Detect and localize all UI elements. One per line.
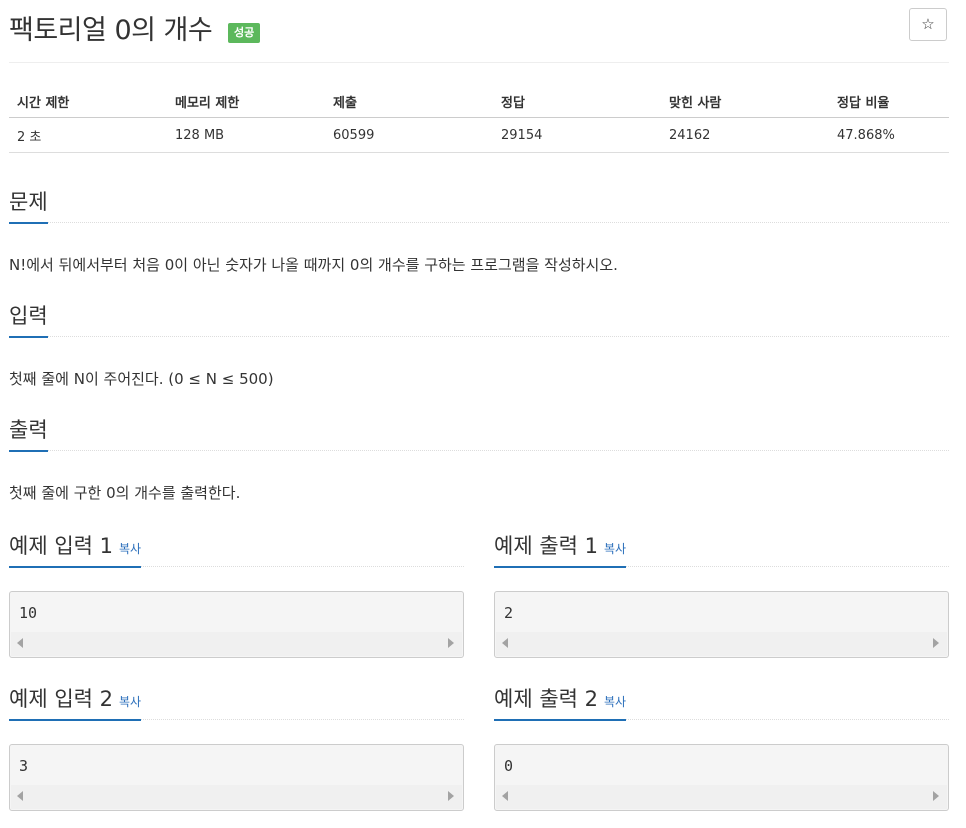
copy-button[interactable]: 복사 [604,695,626,709]
problem-title: 팩토리얼 0의 개수 [9,15,213,46]
cell-submissions: 60599 [325,117,493,153]
horizontal-scrollbar[interactable] [496,632,947,656]
description-section-header: 문제 [9,186,949,224]
output-section-header: 출력 [9,414,949,452]
scroll-left-arrow-icon[interactable] [17,791,23,801]
sample-input-1-value: 10 [19,604,38,622]
sample-input-2-title: 예제 입력 2 [9,687,113,711]
output-text: 첫째 줄에 구한 0의 개수를 출력한다. [9,484,241,502]
sample-output-2-header: 예제 출력 2 복사 [494,683,949,721]
sample-input-1-box: 10 [9,591,464,658]
horizontal-scrollbar[interactable] [496,785,947,809]
description-text: N!에서 뒤에서부터 처음 0이 아닌 숫자가 나올 때까지 0의 개수를 구하… [9,256,618,274]
sample-input-2-header: 예제 입력 2 복사 [9,683,464,721]
problem-info-table: 시간 제한 메모리 제한 제출 정답 맞힌 사람 정답 비율 2 초 128 M… [9,86,949,153]
output-heading: 출력 [9,414,48,452]
sample-output-2-box: 0 [494,744,949,811]
horizontal-scrollbar[interactable] [11,632,462,656]
sample-input-2-box: 3 [9,744,464,811]
scroll-left-arrow-icon[interactable] [17,638,23,648]
sample-output-2: 예제 출력 2 복사 0 [494,683,949,811]
copy-button[interactable]: 복사 [119,542,141,556]
horizontal-scrollbar[interactable] [11,785,462,809]
sample-output-1-heading: 예제 출력 1 복사 [494,530,627,568]
cell-time-limit: 2 초 [9,117,167,153]
scroll-left-arrow-icon[interactable] [502,638,508,648]
cell-accept-ratio: 47.868% [829,117,949,153]
header-time-limit: 시간 제한 [9,86,167,118]
sample-output-1-title: 예제 출력 1 [494,534,598,558]
sample-output-2-title: 예제 출력 2 [494,687,598,711]
sample-output-1: 예제 출력 1 복사 2 [494,530,949,658]
sample-output-1-box: 2 [494,591,949,658]
scroll-right-arrow-icon[interactable] [448,791,454,801]
sample-input-2: 예제 입력 2 복사 3 [9,683,464,811]
sample-output-2-heading: 예제 출력 2 복사 [494,683,627,721]
star-icon: ☆ [921,15,935,33]
copy-button[interactable]: 복사 [119,695,141,709]
scroll-right-arrow-icon[interactable] [933,638,939,648]
input-text: 첫째 줄에 N이 주어진다. (0 ≤ N ≤ 500) [9,370,274,388]
input-section-header: 입력 [9,300,949,338]
sample-input-2-heading: 예제 입력 2 복사 [9,683,142,721]
sample-input-1: 예제 입력 1 복사 10 [9,530,464,658]
sample-output-1-header: 예제 출력 1 복사 [494,530,949,568]
sample-input-2-value: 3 [19,757,29,775]
copy-button[interactable]: 복사 [604,542,626,556]
status-badge: 성공 [228,23,261,43]
cell-memory-limit: 128 MB [167,117,325,153]
header-accept-ratio: 정답 비율 [829,86,949,118]
table-row: 2 초 128 MB 60599 29154 24162 47.868% [9,117,949,153]
table-header-row: 시간 제한 메모리 제한 제출 정답 맞힌 사람 정답 비율 [9,86,949,118]
input-heading: 입력 [9,300,48,338]
sample-input-1-title: 예제 입력 1 [9,534,113,558]
scroll-right-arrow-icon[interactable] [448,638,454,648]
sample-output-1-value: 2 [504,604,514,622]
star-button[interactable]: ☆ [909,8,947,41]
header-accepted: 정답 [493,86,661,118]
header-solved-users: 맞힌 사람 [661,86,829,118]
scroll-right-arrow-icon[interactable] [933,791,939,801]
scroll-left-arrow-icon[interactable] [502,791,508,801]
description-heading: 문제 [9,186,48,224]
sample-output-2-value: 0 [504,757,514,775]
cell-solved-users: 24162 [661,117,829,153]
sample-input-1-heading: 예제 입력 1 복사 [9,530,142,568]
title-divider [9,62,949,63]
sample-input-1-header: 예제 입력 1 복사 [9,530,464,568]
cell-accepted: 29154 [493,117,661,153]
header-submissions: 제출 [325,86,493,118]
header-memory-limit: 메모리 제한 [167,86,325,118]
